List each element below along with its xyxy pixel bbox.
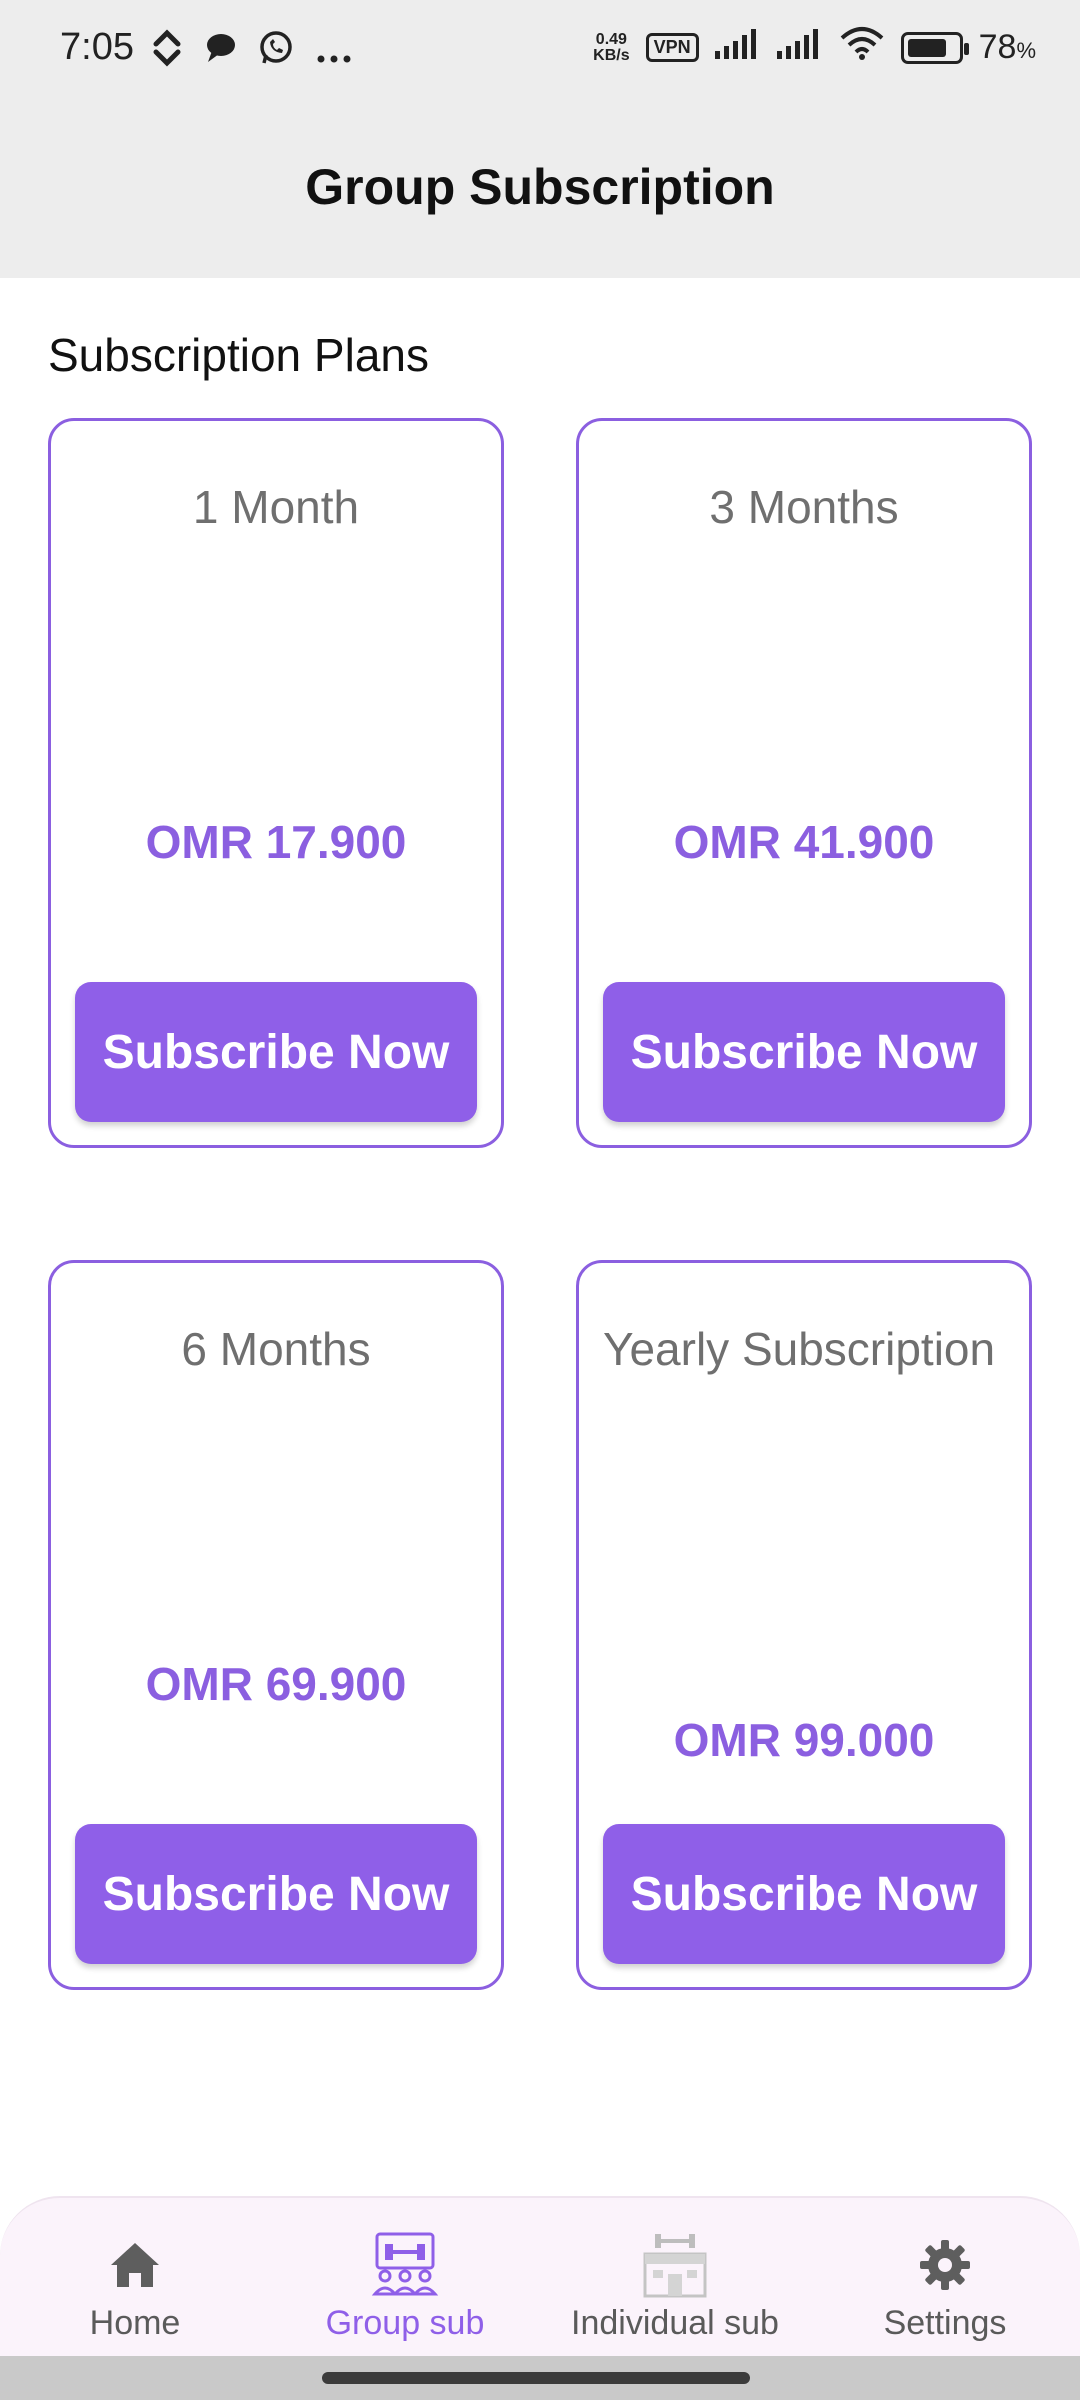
system-icons: 0.49 KB/s VPN 78%: [593, 26, 1036, 69]
status-bar: 7:05 0.49 KB/s VPN 78%: [0, 0, 1080, 100]
group-gym-icon: [371, 2232, 439, 2298]
page-title: Group Subscription: [305, 159, 775, 215]
whatsapp-icon: [258, 30, 294, 75]
nav-label: Home: [89, 2304, 181, 2342]
more-dots-icon: [316, 33, 352, 73]
chat-bubble-icon: [204, 31, 236, 74]
vpn-badge: VPN: [645, 33, 699, 62]
subscribe-now-button[interactable]: Subscribe Now: [75, 1824, 477, 1964]
gym-building-icon: [641, 2232, 709, 2298]
nav-item-settings[interactable]: Settings: [810, 2198, 1080, 2356]
subscribe-now-button[interactable]: Subscribe Now: [603, 1824, 1005, 1964]
plan-price: OMR 99.000: [673, 1714, 935, 1766]
plan-name: 1 Month: [192, 481, 360, 533]
nav-item-group-sub[interactable]: Group sub: [270, 2198, 540, 2356]
nav-label: Settings: [883, 2304, 1007, 2342]
app-header: 7:05 0.49 KB/s VPN 78% Group Subscriptio…: [0, 0, 1080, 278]
nav-item-home[interactable]: Home: [0, 2198, 270, 2356]
plan-card-6-months: 6 Months OMR 69.900 Subscribe Now: [48, 1260, 504, 1990]
network-speed-unit: KB/s: [593, 46, 630, 64]
bottom-navigation: Home Group sub Individual sub Settings: [0, 2196, 1080, 2356]
plan-card-3-months: 3 Months OMR 41.900 Subscribe Now: [576, 418, 1032, 1148]
nav-item-individual-sub[interactable]: Individual sub: [540, 2198, 810, 2356]
plan-name: Yearly Subscription: [603, 1323, 996, 1375]
network-speed: 0.49 KB/s: [593, 30, 630, 64]
battery-icon: [900, 31, 969, 64]
gear-icon: [919, 2232, 971, 2298]
status-time: 7:05: [60, 26, 134, 68]
section-title: Subscription Plans: [48, 329, 429, 381]
battery-percent: 78%: [979, 28, 1036, 67]
plan-name: 3 Months: [709, 481, 899, 533]
home-gesture-handle[interactable]: [322, 2372, 750, 2384]
signal-icon: [714, 28, 761, 68]
plan-price: OMR 17.900: [145, 816, 407, 868]
subscribe-now-button[interactable]: Subscribe Now: [75, 982, 477, 1122]
nav-label: Group sub: [325, 2304, 485, 2342]
plan-price: OMR 41.900: [673, 816, 935, 868]
battery-percent-unit: %: [1016, 38, 1036, 63]
signal-icon: [776, 28, 823, 68]
wifi-icon: [839, 26, 885, 69]
plan-price: OMR 69.900: [145, 1658, 407, 1710]
nav-label: Individual sub: [571, 2304, 779, 2342]
swap-icon: [152, 28, 182, 77]
notification-icons: [152, 28, 352, 77]
home-icon: [109, 2232, 161, 2298]
plan-card-1-month: 1 Month OMR 17.900 Subscribe Now: [48, 418, 504, 1148]
gesture-bar: [0, 2356, 1080, 2400]
plan-card-yearly: Yearly Subscription OMR 99.000 Subscribe…: [576, 1260, 1032, 1990]
plan-name: 6 Months: [181, 1323, 371, 1375]
subscribe-now-button[interactable]: Subscribe Now: [603, 982, 1005, 1122]
network-speed-value: 0.49: [595, 30, 627, 48]
battery-percent-value: 78: [978, 28, 1017, 66]
